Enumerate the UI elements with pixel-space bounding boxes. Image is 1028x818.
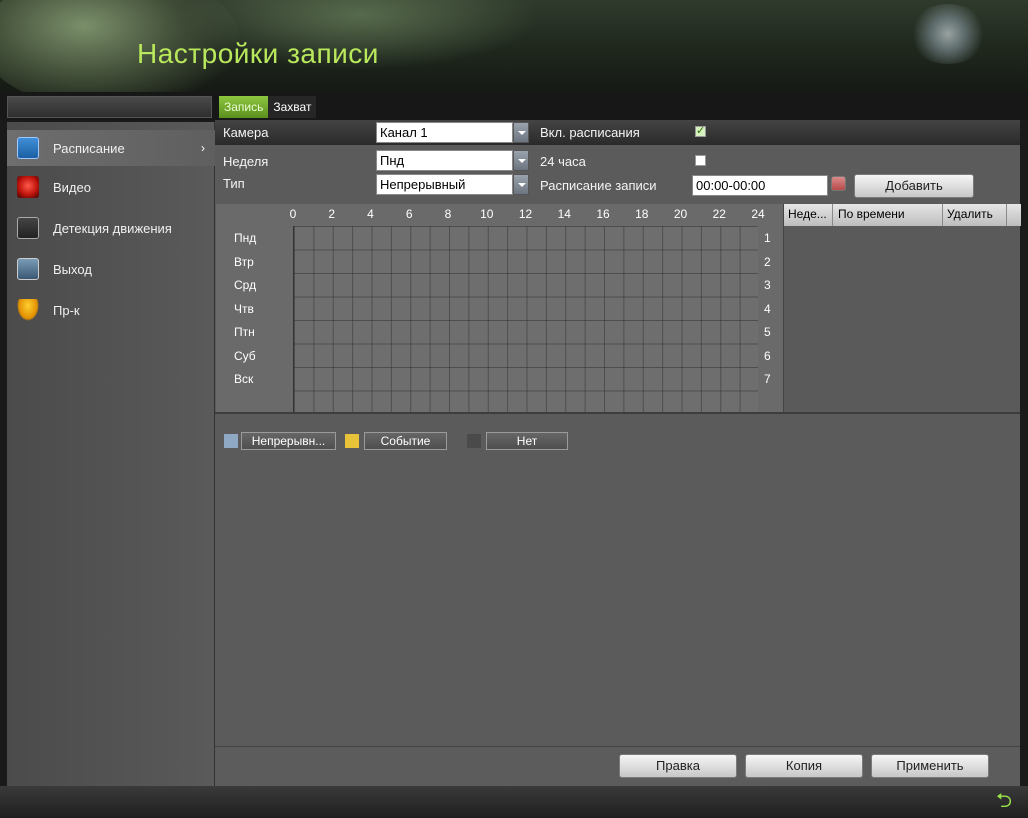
allday-checkbox[interactable]	[695, 155, 706, 166]
hour-label: 14	[557, 207, 571, 221]
hour-label: 0	[289, 207, 297, 221]
day-label: Втр	[234, 254, 254, 269]
type-select[interactable]: Непрерывный	[376, 174, 529, 195]
hour-label: 20	[673, 207, 688, 221]
sidebar-item-motion-detection[interactable]: Детекция движения	[7, 210, 215, 246]
enable-schedule-checkbox[interactable]	[695, 124, 706, 137]
column-time[interactable]: По времени	[838, 207, 905, 221]
apply-button[interactable]: Применить	[871, 754, 989, 778]
enable-schedule-label: Вкл. расписания	[540, 125, 640, 140]
sidebar: Расписание › Видео Детекция движения Вых…	[7, 122, 215, 786]
sidebar-item-label: Пр-к	[53, 302, 80, 318]
hour-label: 2	[328, 207, 336, 221]
calendar-icon	[17, 137, 39, 159]
camera-label: Камера	[223, 125, 269, 140]
column-delete[interactable]: Удалить	[947, 207, 993, 221]
type-select-value: Непрерывный	[380, 177, 466, 192]
hour-label: 6	[405, 207, 413, 221]
video-record-icon	[17, 176, 39, 198]
day-label: Суб	[234, 348, 256, 363]
day-label: Срд	[234, 278, 257, 292]
row-number: 3	[764, 278, 771, 292]
schedule-grid[interactable]	[293, 226, 758, 412]
day-label: Птн	[234, 325, 255, 339]
hour-label: 8	[444, 207, 452, 221]
hour-label: 4	[367, 207, 374, 221]
day-label: Чтв	[234, 301, 254, 316]
hour-label: 12	[518, 207, 533, 221]
copy-button[interactable]: Копия	[745, 754, 863, 778]
advanced-icon	[17, 299, 39, 321]
hour-label: 16	[596, 207, 610, 221]
sidebar-item-label: Расписание	[53, 140, 125, 156]
tab-record[interactable]: Запись	[219, 96, 269, 118]
chevron-down-icon[interactable]	[513, 174, 529, 195]
sidebar-item-video[interactable]: Видео	[7, 169, 215, 205]
window-header: Настройки записи	[0, 0, 1028, 92]
allday-label: 24 часа	[540, 154, 586, 169]
column-week[interactable]: Неде...	[788, 207, 827, 221]
schedule-grid-panel: 0 2 4 6 8 10 12 14 16 18 20 22 24 Пнд 1 Втр 2 Срд 3 Чтв 4 Пт…	[216, 204, 783, 412]
week-label: Неделя	[223, 154, 269, 169]
day-label: Пнд	[234, 231, 257, 245]
row-number: 7	[764, 372, 771, 386]
chevron-down-icon[interactable]	[513, 122, 529, 143]
column-separator-1	[832, 204, 833, 226]
chevron-right-icon: ›	[201, 141, 205, 155]
hour-label: 22	[712, 207, 726, 221]
period-list: Неде... По времени Удалить	[783, 204, 1021, 412]
clock-icon[interactable]	[831, 176, 846, 191]
period-list-header: Неде... По времени Удалить	[784, 204, 1021, 226]
legend-event: Событие	[364, 432, 447, 450]
row-number: 6	[764, 348, 771, 363]
hour-label: 24	[751, 207, 765, 221]
bottom-bar: ⮌	[0, 786, 1028, 818]
type-label: Тип	[223, 176, 245, 191]
output-icon	[17, 258, 39, 280]
add-button[interactable]: Добавить	[854, 174, 974, 198]
schedule-label: Расписание записи	[540, 178, 657, 193]
divider	[215, 412, 1020, 414]
tab-bar: Запись Захват	[219, 96, 317, 118]
legend-swatch-none	[467, 434, 481, 448]
day-label: Вск	[234, 372, 254, 386]
edit-button[interactable]: Правка	[619, 754, 737, 778]
chevron-down-icon[interactable]	[513, 150, 529, 171]
sidebar-item-output[interactable]: Выход	[7, 251, 215, 287]
schedule-time-input[interactable]: 00:00-00:00	[692, 175, 828, 196]
row-number: 5	[764, 325, 771, 339]
legend-none: Нет	[486, 432, 568, 450]
row-number: 2	[764, 254, 771, 269]
week-select[interactable]: Пнд	[376, 150, 529, 171]
sidebar-item-schedule[interactable]: Расписание ›	[7, 130, 215, 166]
sidebar-item-advanced[interactable]: Пр-к	[7, 292, 215, 328]
camera-select[interactable]: Канал 1	[376, 122, 529, 143]
schedule-time-value: 00:00-00:00	[696, 178, 766, 193]
column-separator-2	[942, 204, 943, 226]
camera-select-value: Канал 1	[380, 125, 428, 140]
header-background-bokeh	[908, 4, 988, 64]
sidebar-item-label: Выход	[53, 261, 92, 277]
row-number: 1	[764, 231, 771, 245]
sidebar-item-label: Детекция движения	[53, 220, 172, 236]
motion-detection-icon	[17, 217, 39, 239]
legend-swatch-continuous	[224, 434, 238, 448]
week-select-value: Пнд	[380, 153, 405, 168]
row-number: 4	[764, 301, 771, 316]
hour-label: 10	[480, 207, 494, 221]
legend-continuous: Непрерывн...	[241, 432, 336, 450]
column-separator-3	[1006, 204, 1007, 226]
back-icon[interactable]: ⮌	[996, 790, 1018, 812]
sidebar-header-bar	[7, 96, 212, 118]
legend-swatch-event	[345, 434, 359, 448]
hour-header: 0 2 4 6 8 10 12 14 16 18 20 22 24	[216, 204, 783, 226]
page-title: Настройки записи	[137, 38, 379, 69]
sidebar-item-label: Видео	[53, 179, 91, 195]
hour-label: 18	[635, 207, 649, 221]
tab-capture[interactable]: Захват	[268, 96, 317, 118]
